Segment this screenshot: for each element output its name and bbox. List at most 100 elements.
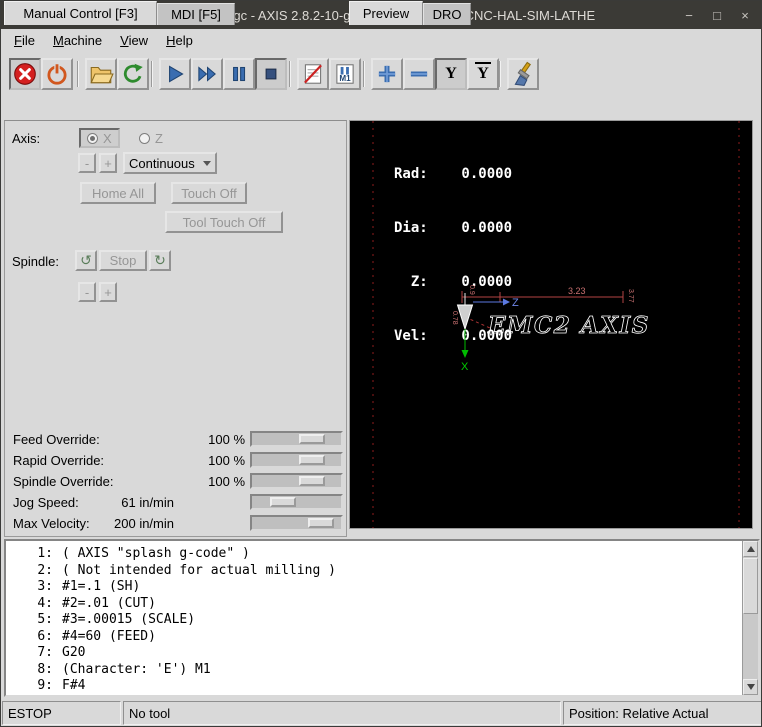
x-axis-label: X [461,361,469,373]
zoom-out-icon [406,61,432,87]
view-y-button[interactable]: Y [435,58,467,90]
z-axis-label: Z [512,297,519,309]
statusbar: ESTOP No tool Position: Relative Actual [1,700,762,726]
emc2-axis-logo: EMC2 AXIS [487,312,650,339]
close-icon[interactable] [737,8,753,23]
view-y2-button[interactable]: Y [467,58,499,90]
gcode-line[interactable]: 2:( Not intended for actual milling ) [6,563,741,580]
step-button[interactable] [191,58,223,90]
radio-dot [139,133,150,144]
scrollbar-thumb[interactable] [743,558,758,614]
slider-thumb[interactable] [270,497,296,507]
gcode-line[interactable]: 5:#3=.00015 (SCALE) [6,612,741,629]
view-y-icon: Y [445,65,457,83]
spindle-plus-button[interactable]: + [99,282,117,302]
pause-button[interactable] [223,58,255,90]
axis-radio-x[interactable]: X [79,128,120,148]
axis-label: Axis: [12,131,40,146]
gcode-scrollbar[interactable] [742,541,758,695]
tab-mdi[interactable]: MDI [F5] [157,3,235,25]
feed-override-slider[interactable] [250,431,343,447]
open-folder-icon [88,61,114,87]
status-tool: No tool [123,701,561,725]
slider-thumb[interactable] [308,518,334,528]
x-axis-arrow-icon [462,350,469,358]
minimize-icon[interactable] [681,8,697,23]
jog-speed-row: Jog Speed: 61 in/min [5,492,348,513]
jog-speed-slider[interactable] [250,494,343,510]
slider-thumb[interactable] [299,455,325,465]
spindle-reverse-button[interactable] [75,250,97,271]
machine-power-button[interactable] [41,58,73,90]
estop-button[interactable] [9,58,41,90]
tab-dro[interactable]: DRO [423,3,471,25]
run-icon [162,61,188,87]
spindle-override-row: Spindle Override: 100 % [5,471,348,492]
gcode-line[interactable]: 1:( AXIS "splash g-code" ) [6,546,741,563]
run-button[interactable] [159,58,191,90]
dimension-cone-left-label: 0.78 [451,311,458,325]
axis-radio-z[interactable]: Z [133,128,169,148]
gcode-line[interactable]: 6:#4=60 (FEED) [6,629,741,646]
menu-file[interactable]: File [5,31,44,50]
spindle-forward-button[interactable] [149,250,171,271]
spindle-stop-button[interactable]: Stop [99,250,147,271]
zoom-in-button[interactable] [371,58,403,90]
touch-off-button[interactable]: Touch Off [171,182,247,204]
spindle-override-slider[interactable] [250,473,343,489]
home-all-button[interactable]: Home All [80,182,156,204]
open-file-button[interactable] [85,58,117,90]
menu-view[interactable]: View [111,31,157,50]
block-delete-icon [300,61,326,87]
scroll-up-icon[interactable] [743,541,758,557]
dimension-right-label: 3.77 [627,289,634,303]
feed-override-row: Feed Override: 100 % [5,429,348,450]
menu-machine[interactable]: Machine [44,31,111,50]
rapid-override-slider[interactable] [250,452,343,468]
gcode-line[interactable]: 8:(Character: 'E') M1 [6,662,741,679]
jog-speed-value: 61 in/min [84,495,174,510]
reload-button[interactable] [117,58,149,90]
jog-speed-label: Jog Speed: [13,495,79,510]
gcode-line[interactable]: 3:#1=.1 (SH) [6,579,741,596]
gcode-line[interactable]: 4:#2=.01 (CUT) [6,596,741,613]
max-velocity-slider[interactable] [250,515,343,531]
maximize-icon[interactable] [709,8,725,23]
window-controls [681,1,753,29]
toolpath-preview: 3.23 3.77 0.9 0.78 X Z EMC2 AXIS [350,121,752,528]
clear-plot-button[interactable] [507,58,539,90]
slider-thumb[interactable] [299,434,325,444]
tool-touch-off-button[interactable]: Tool Touch Off [165,211,283,233]
pause-icon [226,61,252,87]
jog-plus-button[interactable]: + [99,153,117,173]
gcode-line[interactable]: 9:F#4 [6,678,741,695]
view-y2-icon: Y [477,65,489,83]
spindle-override-value: 100 % [155,474,245,489]
axis-window: axis-lathe.ngc - AXIS 2.8.2-10-g6d29f145… [0,0,762,727]
jog-minus-button[interactable]: - [78,153,96,173]
status-position-mode: Position: Relative Actual [563,701,762,725]
dimension-top-label: 3.23 [568,286,586,296]
step-icon [194,61,220,87]
tab-manual-control[interactable]: Manual Control [F3] [4,1,157,25]
menu-help[interactable]: Help [157,31,202,50]
toolbar-separator [363,61,365,87]
spindle-minus-button[interactable]: - [78,282,96,302]
zoom-out-button[interactable] [403,58,435,90]
chevron-down-icon [203,161,211,166]
max-velocity-row: Max Velocity: 200 in/min [5,513,348,534]
gcode-line[interactable]: 7:G20 [6,645,741,662]
svg-text:M1: M1 [339,74,351,83]
jog-mode-select[interactable]: Continuous [123,152,217,174]
tab-preview[interactable]: Preview [349,1,423,25]
stop-button[interactable] [255,58,287,90]
rapid-override-row: Rapid Override: 100 % [5,450,348,471]
slider-thumb[interactable] [299,476,325,486]
reload-icon [120,61,146,87]
scroll-down-icon[interactable] [743,679,758,695]
spindle-reverse-icon [80,252,92,269]
optional-stop-button[interactable]: M1 [329,58,361,90]
block-delete-button[interactable] [297,58,329,90]
gcode-listing[interactable]: 1:( AXIS "splash g-code" ) 2:( Not inten… [4,539,760,697]
preview-canvas[interactable]: Rad: 0.0000 Dia: 0.0000 Z: 0.0000 Vel: 0… [349,120,753,529]
